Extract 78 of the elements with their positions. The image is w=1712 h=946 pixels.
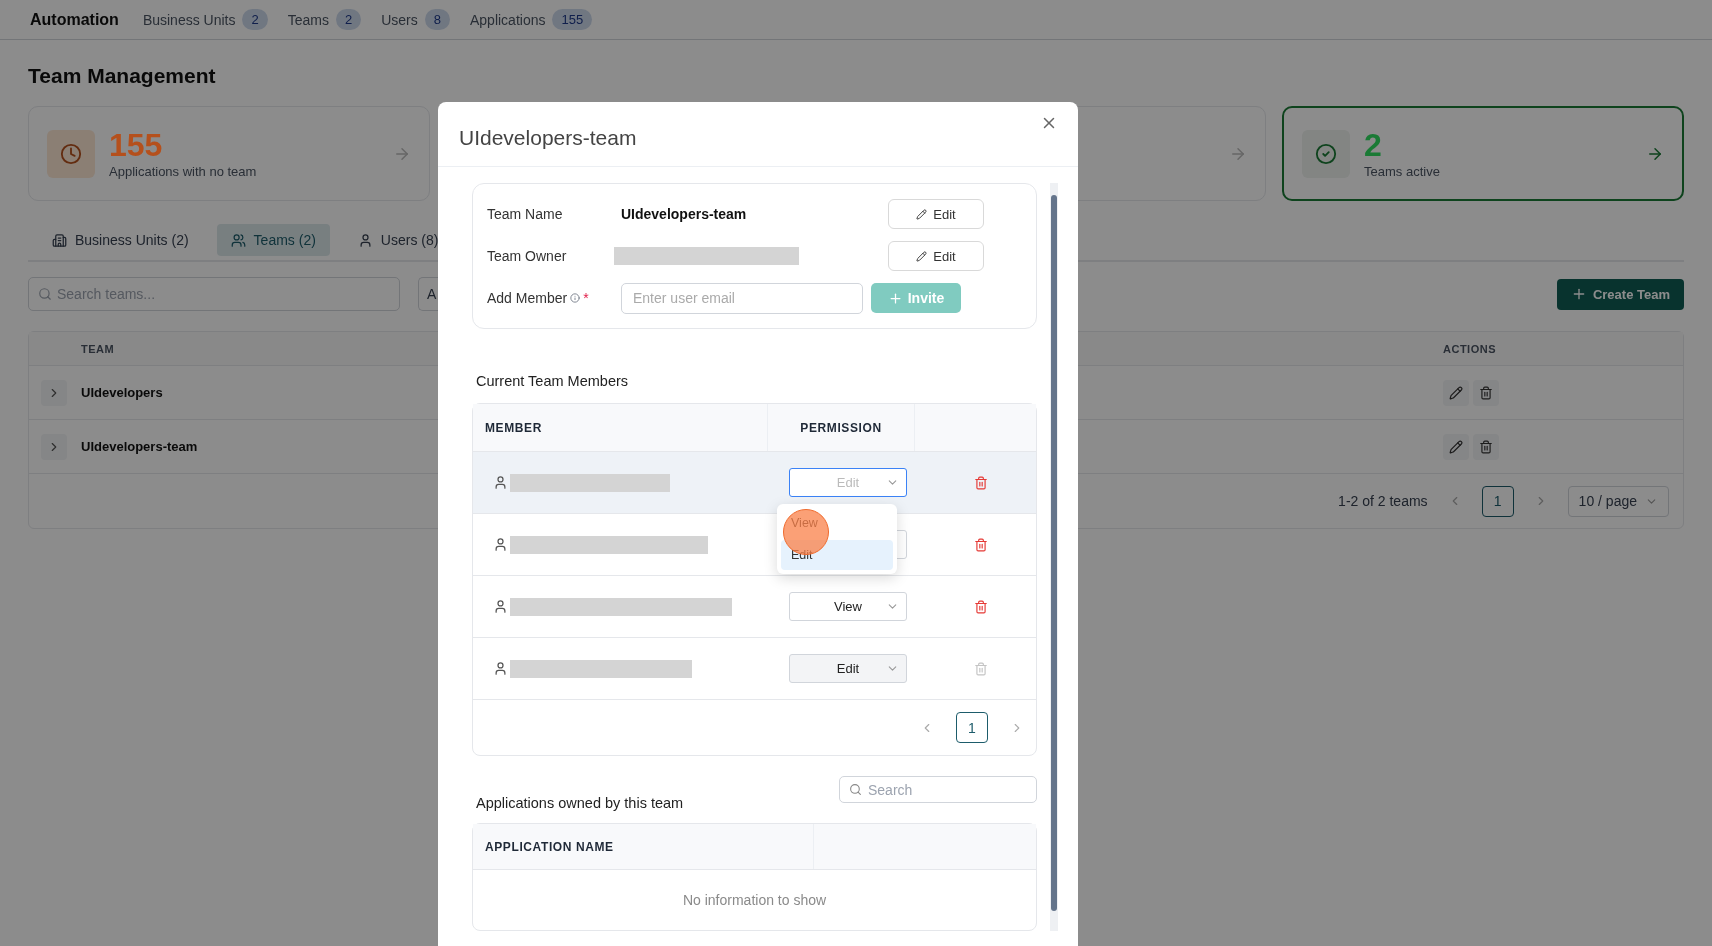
team-name: UIdevelopers-team — [81, 439, 198, 454]
column-header: ACTIONS — [1443, 342, 1496, 355]
scrollbar-thumb[interactable] — [1051, 195, 1057, 911]
stat-card[interactable]: 2 Teams active — [1282, 106, 1684, 201]
trash-icon — [1479, 439, 1493, 454]
email-field[interactable]: Enter user email — [621, 282, 863, 314]
column-header: PERMISSION — [800, 420, 882, 435]
field-label: Team Owner — [487, 248, 568, 264]
section-heading: Current Team Members — [476, 373, 630, 389]
plus-icon — [887, 290, 903, 306]
info-icon — [570, 293, 581, 303]
filter-select[interactable]: A — [418, 277, 440, 311]
required-mark: * — [583, 290, 589, 306]
pencil-icon — [1449, 385, 1463, 400]
user-icon — [357, 232, 373, 248]
pencil-icon — [916, 208, 928, 220]
column-header: MEMBER — [485, 420, 542, 435]
create-team-button[interactable]: Create Team — [1556, 278, 1684, 310]
stat-value: 155 — [109, 128, 163, 161]
user-icon — [493, 475, 508, 490]
user-icon — [493, 599, 508, 614]
page-button[interactable]: 1 — [1481, 485, 1514, 517]
delete-button[interactable] — [974, 599, 988, 614]
stat-card[interactable]: 155 Applications with no team — [28, 106, 430, 201]
scrollbar[interactable] — [1050, 183, 1058, 931]
edit-button[interactable] — [1443, 379, 1469, 406]
pagination-range: 1-2 of 2 teams — [1338, 493, 1428, 509]
edit-button[interactable] — [1443, 433, 1469, 460]
stat-label: Applications with no team — [109, 163, 258, 179]
section-heading: Applications owned by this team — [476, 795, 684, 811]
tab[interactable]: Users (8) — [343, 224, 453, 256]
count-badge: 155 — [552, 9, 593, 30]
trash-icon — [974, 661, 988, 676]
search-icon — [38, 287, 52, 301]
pencil-icon — [1449, 439, 1463, 454]
brand-name[interactable]: Automation — [30, 10, 119, 29]
clock-icon — [60, 142, 82, 165]
delete-button[interactable] — [974, 537, 988, 552]
tab[interactable]: Business Units (2) — [38, 224, 203, 256]
nav-link[interactable]: Applications — [469, 11, 546, 28]
edit-button[interactable]: Edit — [888, 199, 984, 229]
delete-button[interactable] — [1473, 433, 1499, 460]
user-icon — [493, 537, 508, 552]
delete-button[interactable] — [974, 475, 988, 490]
stat-label: Teams active — [1364, 163, 1441, 179]
check-circle-icon — [1315, 142, 1337, 165]
page-button[interactable]: 1 — [956, 712, 988, 743]
dialog-title: UIdevelopers-team — [459, 126, 638, 150]
count-badge: 8 — [424, 9, 450, 30]
count-badge: 2 — [242, 9, 268, 30]
permission-select[interactable]: View — [789, 592, 907, 621]
users-icon — [230, 232, 246, 248]
empty-message: No information to show — [682, 892, 827, 908]
search-field[interactable]: Search — [839, 776, 1037, 803]
trash-icon — [1479, 385, 1493, 400]
tab[interactable]: Teams (2) — [216, 224, 330, 256]
trash-icon — [974, 537, 988, 552]
nav-link[interactable]: Business Units — [142, 11, 236, 28]
building-icon — [52, 232, 67, 248]
team-name-value: UIdevelopers-team — [621, 206, 748, 222]
column-header: TEAM — [81, 342, 115, 355]
team-name: UIdevelopers — [81, 385, 163, 400]
page-size-select[interactable]: 10 / page — [1567, 485, 1669, 517]
nav-link[interactable]: Users — [381, 11, 418, 28]
count-badge: 2 — [335, 9, 362, 30]
edit-button[interactable]: Edit — [888, 241, 984, 271]
trash-icon — [974, 475, 988, 490]
column-header: APPLICATION NAME — [485, 839, 614, 854]
stat-value: 2 — [1364, 128, 1382, 161]
nav-link[interactable]: Teams — [287, 11, 329, 28]
trash-icon — [974, 599, 988, 614]
field-label: Team Name — [487, 206, 564, 222]
delete-button[interactable] — [1473, 379, 1499, 406]
user-icon — [493, 661, 508, 676]
pencil-icon — [916, 250, 928, 262]
page-title: Team Management — [28, 64, 217, 88]
search-icon — [849, 783, 862, 796]
field-label: Add Member — [487, 290, 568, 306]
